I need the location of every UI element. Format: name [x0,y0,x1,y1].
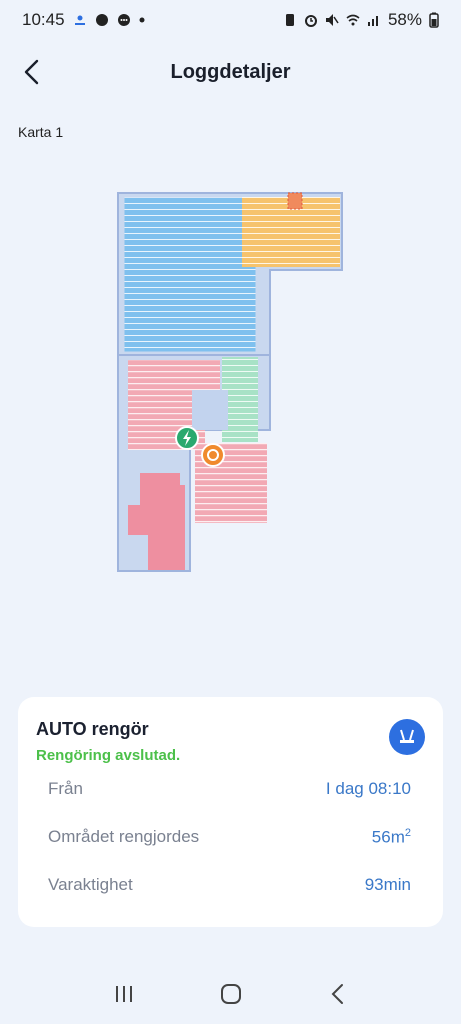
row-label: Från [48,779,83,798]
system-back-button[interactable] [318,974,358,1014]
home-icon [220,984,241,1004]
chat-icon [117,14,130,26]
mop-brushes-icon [389,719,425,755]
row-duration: Varaktighet 93min [48,873,411,897]
row-start: Från I dag 08:10 [48,777,411,801]
robot-position-marker [201,443,225,467]
row-value: 93min [364,875,411,894]
cleaning-status: Rengöring avslutad. [36,747,181,764]
wifi-icon [346,14,360,26]
battery-saver-icon [285,14,294,26]
battery-icon [429,12,439,28]
row-label: Området rengjordes [48,827,200,846]
room-blue [123,196,257,353]
system-nav-bar [0,964,461,1024]
status-time: 10:45 [22,10,65,29]
home-button[interactable] [211,974,251,1014]
mode-title: AUTO rengör [36,719,149,739]
dot-icon [139,17,145,23]
area-value: 56m [371,827,405,847]
cleaning-map[interactable] [110,185,350,580]
log-card: AUTO rengör Rengöring avslutad. Från I d… [18,697,443,927]
mute-icon [325,14,339,26]
row-area: Området rengjordes 56m2 [48,825,411,849]
area-unit-exponent: 2 [404,826,411,839]
room-center [192,390,228,430]
page-title: Loggdetaljer [170,60,291,83]
signal-icon [367,16,378,26]
settings-icon [95,14,108,26]
row-label: Varaktighet [48,875,133,894]
room-marker [287,192,303,210]
location-icon [74,15,85,25]
battery-percent: 58% [387,10,422,29]
back-button[interactable] [14,54,50,90]
charging-dock-marker [175,426,199,450]
floor-plan [117,192,343,572]
header: Loggdetaljer [0,50,461,94]
chevron-left-icon [24,59,39,85]
row-value: I dag 08:10 [325,779,411,798]
recent-apps-icon [115,986,132,1002]
back-icon [331,984,343,1004]
status-bar: 10:45 58% [0,0,461,40]
alarm-icon [304,15,317,27]
recent-apps-button[interactable] [104,974,144,1014]
row-value: 56m2 [372,827,411,848]
map-label: Karta 1 [18,124,64,140]
